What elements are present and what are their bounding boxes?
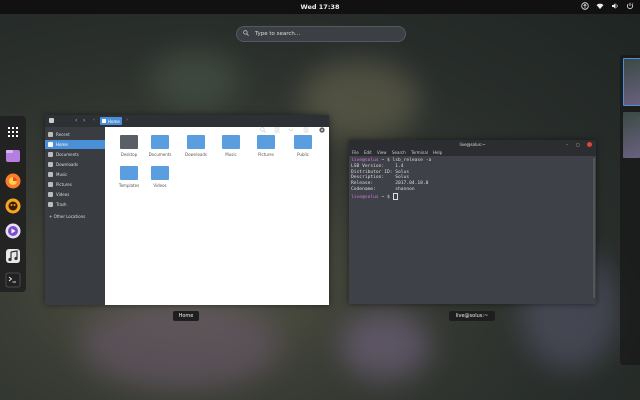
close-icon[interactable] xyxy=(319,118,325,137)
file-manager-headerbar[interactable]: ‹ › ‹ Home › xyxy=(45,115,329,133)
top-bar: Wed 17:38 xyxy=(0,0,640,14)
file-public[interactable]: Public xyxy=(288,135,318,165)
menu-item-file[interactable]: File xyxy=(352,150,359,155)
downloads-folder-icon xyxy=(187,135,205,149)
path-bar-left-arrow[interactable]: ‹ xyxy=(93,117,95,123)
terminal-output[interactable]: live@solus ~ $ lsb_release -a LSB Versio… xyxy=(351,158,594,201)
system-tray[interactable] xyxy=(581,2,634,10)
sidebar-item-music[interactable]: Music xyxy=(45,170,105,179)
menu-item-edit[interactable]: Edit xyxy=(364,150,372,155)
file-downloads[interactable]: Downloads xyxy=(181,135,211,165)
clock-icon xyxy=(48,132,53,137)
search-box[interactable] xyxy=(236,26,406,42)
sidebar-item-trash[interactable]: Trash xyxy=(45,200,105,209)
firefox-icon[interactable] xyxy=(4,172,22,190)
terminal-scrollbar[interactable] xyxy=(593,158,595,298)
file-pictures[interactable]: Pictures xyxy=(251,135,281,165)
path-home-label: Home xyxy=(108,118,120,124)
sidebar-item-videos[interactable]: Videos xyxy=(45,190,105,199)
sidebar-item-home[interactable]: Home xyxy=(45,140,105,149)
file-music[interactable]: Music xyxy=(216,135,246,165)
menu-item-terminal[interactable]: Terminal xyxy=(411,150,428,155)
workspace-switcher xyxy=(620,55,640,365)
music-folder-icon xyxy=(222,135,240,149)
files-app-icon[interactable] xyxy=(4,147,22,165)
dash xyxy=(0,116,26,292)
maximize-icon[interactable]: ▢ xyxy=(576,142,580,147)
terminal-window[interactable]: live@solus:~ – ▢ File Edit View Search T… xyxy=(349,140,596,304)
terminal-prompt: live@solus xyxy=(351,194,379,200)
file-manager-sidebar: Recent Home Documents Downloads Music Pi… xyxy=(45,127,105,305)
close-icon[interactable] xyxy=(587,142,592,147)
clock[interactable]: Wed 17:38 xyxy=(0,3,640,11)
terminal-titlebar[interactable]: live@solus:~ – ▢ xyxy=(349,140,596,149)
menu-item-help[interactable]: Help xyxy=(433,150,442,155)
pictures-folder-icon xyxy=(257,135,275,149)
file-templates[interactable]: Templates xyxy=(114,166,144,196)
desktop-folder-icon xyxy=(120,135,138,149)
videos-icon xyxy=(48,192,53,197)
terminal-command-output: LSB Version: 1.4 Distributor ID: Solus D… xyxy=(351,163,429,192)
app-grid-icon[interactable] xyxy=(4,123,22,141)
file-manager-caption[interactable]: Home xyxy=(173,311,199,321)
music-app-icon[interactable] xyxy=(4,247,22,265)
terminal-cursor xyxy=(392,192,398,200)
path-bar-right-arrow[interactable]: › xyxy=(126,117,128,123)
file-documents[interactable]: Documents xyxy=(145,135,175,165)
accessibility-icon[interactable] xyxy=(581,2,589,10)
terminal-caption[interactable]: live@solus:~ xyxy=(449,311,495,321)
menu-item-search[interactable]: Search xyxy=(392,150,406,155)
terminal-command: ~ $ lsb_release -a xyxy=(378,158,432,163)
terminal-menubar: File Edit View Search Terminal Help xyxy=(349,149,596,156)
menu-item-view[interactable]: View xyxy=(377,150,387,155)
terminal-icon[interactable] xyxy=(4,271,22,289)
sidebar-item-recent[interactable]: Recent xyxy=(45,130,105,139)
file-desktop[interactable]: Desktop xyxy=(114,135,144,165)
home-icon xyxy=(48,142,53,147)
sidebar-item-other-locations[interactable]: + Other Locations xyxy=(45,212,105,221)
documents-icon xyxy=(48,152,53,157)
music-icon xyxy=(48,172,53,177)
sidebar-item-documents[interactable]: Documents xyxy=(45,150,105,159)
search-input[interactable] xyxy=(255,29,395,38)
search-icon xyxy=(243,30,249,36)
back-icon[interactable]: ‹ xyxy=(75,117,77,124)
sidebar-item-downloads[interactable]: Downloads xyxy=(45,160,105,169)
wallpaper-bokeh xyxy=(340,310,430,380)
trash-icon xyxy=(48,202,53,207)
videos-folder-icon xyxy=(151,166,169,180)
wallpaper-bokeh xyxy=(150,50,240,110)
sidebar-toggle-icon[interactable] xyxy=(49,118,54,123)
power-menu-icon[interactable] xyxy=(626,2,634,10)
hexchat-icon[interactable] xyxy=(4,197,22,215)
templates-folder-icon xyxy=(120,166,138,180)
minimize-icon[interactable]: – xyxy=(566,142,568,147)
workspace-thumbnail-2[interactable] xyxy=(623,112,640,158)
file-manager-window[interactable]: ‹ › ‹ Home › Recent Home Documents Downl… xyxy=(45,115,329,305)
downloads-icon xyxy=(48,162,53,167)
home-icon xyxy=(102,119,106,123)
terminal-title: live@solus:~ xyxy=(459,142,486,147)
public-folder-icon xyxy=(294,135,312,149)
forward-icon[interactable]: › xyxy=(83,117,85,124)
pictures-icon xyxy=(48,182,53,187)
file-videos[interactable]: Videos xyxy=(145,166,175,196)
sidebar-item-pictures[interactable]: Pictures xyxy=(45,180,105,189)
terminal-command: ~ $ xyxy=(378,194,393,200)
network-icon[interactable] xyxy=(596,2,604,10)
terminal-prompt: live@solus xyxy=(351,158,379,163)
path-home-button[interactable]: Home xyxy=(100,117,122,125)
documents-folder-icon xyxy=(151,135,169,149)
workspace-thumbnail-1[interactable] xyxy=(623,58,640,106)
volume-icon[interactable] xyxy=(611,2,619,10)
rhythmbox-icon[interactable] xyxy=(4,222,22,240)
